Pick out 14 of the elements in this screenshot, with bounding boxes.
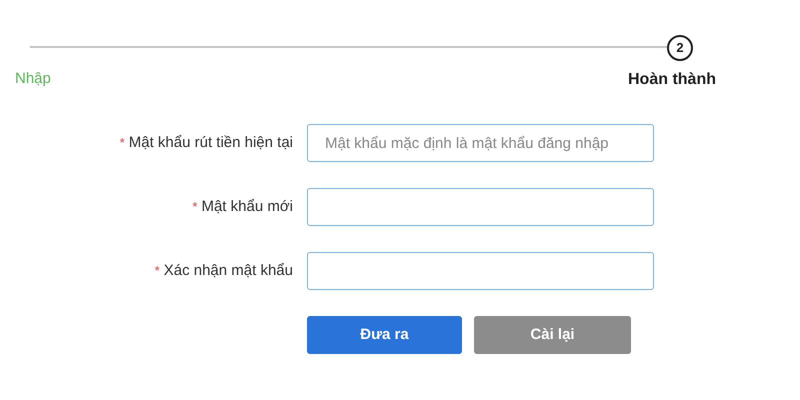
step-number: 2 [667,35,693,61]
reset-button[interactable]: Cài lại [474,316,631,354]
required-mark: * [120,134,125,152]
submit-button[interactable]: Đưa ra [307,316,462,354]
input-field[interactable] [307,188,654,226]
field-label: Mật khẩu mới [201,196,293,217]
field-label: Mật khẩu rút tiền hiện tại [128,132,293,153]
field-label: Xác nhận mật khẩu [164,260,293,281]
required-mark: * [154,262,160,280]
step-label: Nhập [15,69,51,89]
input-field[interactable]: Mật khẩu mặc định là mật khẩu đăng nhập [307,124,654,162]
required-mark: * [192,198,198,216]
input-field[interactable] [307,252,654,290]
step-label: Hoàn thành [628,70,716,90]
